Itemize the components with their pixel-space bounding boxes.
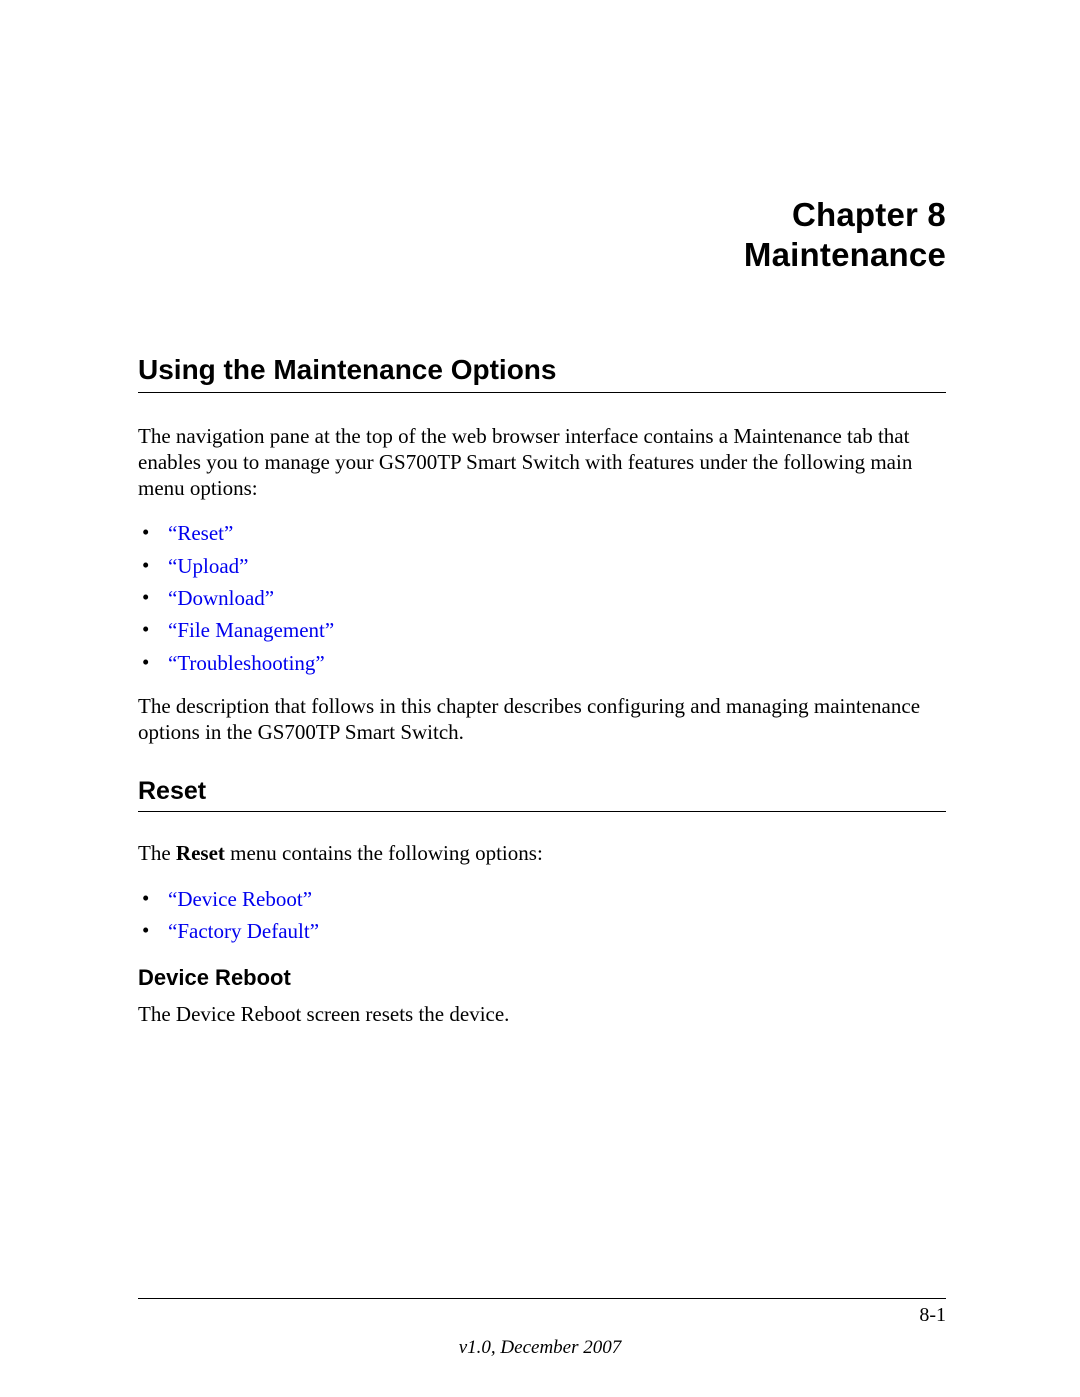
chapter-number: Chapter 8	[138, 195, 946, 235]
list-item: “Download”	[138, 582, 946, 614]
main-options-list: “Reset” “Upload” “Download” “File Manage…	[138, 517, 946, 679]
list-item: “Factory Default”	[138, 915, 946, 947]
link-factory-default[interactable]: “Factory Default”	[168, 919, 319, 943]
list-item: “Troubleshooting”	[138, 647, 946, 679]
subsection-heading-device-reboot: Device Reboot	[138, 965, 946, 991]
followup-paragraph: The description that follows in this cha…	[138, 693, 946, 746]
section-heading-reset: Reset	[138, 777, 946, 812]
list-item: “File Management”	[138, 614, 946, 646]
chapter-title: Maintenance	[138, 235, 946, 275]
footer-version: v1.0, December 2007	[0, 1337, 1080, 1359]
intro-paragraph: The navigation pane at the top of the we…	[138, 423, 946, 502]
link-device-reboot[interactable]: “Device Reboot”	[168, 887, 312, 911]
link-reset[interactable]: “Reset”	[168, 521, 233, 545]
reset-intro-bold: Reset	[176, 841, 225, 865]
list-item: “Upload”	[138, 550, 946, 582]
link-upload[interactable]: “Upload”	[168, 554, 248, 578]
list-item: “Device Reboot”	[138, 883, 946, 915]
reset-intro-post: menu contains the following options:	[225, 841, 543, 865]
device-reboot-paragraph: The Device Reboot screen resets the devi…	[138, 1001, 946, 1027]
chapter-heading: Chapter 8 Maintenance	[138, 195, 946, 276]
reset-options-list: “Device Reboot” “Factory Default”	[138, 883, 946, 948]
list-item: “Reset”	[138, 517, 946, 549]
reset-intro-pre: The	[138, 841, 176, 865]
link-download[interactable]: “Download”	[168, 586, 274, 610]
link-file-management[interactable]: “File Management”	[168, 618, 334, 642]
footer-rule	[138, 1298, 946, 1299]
reset-intro-paragraph: The Reset menu contains the following op…	[138, 840, 946, 866]
section-heading-using-maintenance: Using the Maintenance Options	[138, 354, 946, 393]
page-number: 8-1	[919, 1304, 946, 1327]
document-page: Chapter 8 Maintenance Using the Maintena…	[0, 0, 1080, 1397]
link-troubleshooting[interactable]: “Troubleshooting”	[168, 651, 325, 675]
